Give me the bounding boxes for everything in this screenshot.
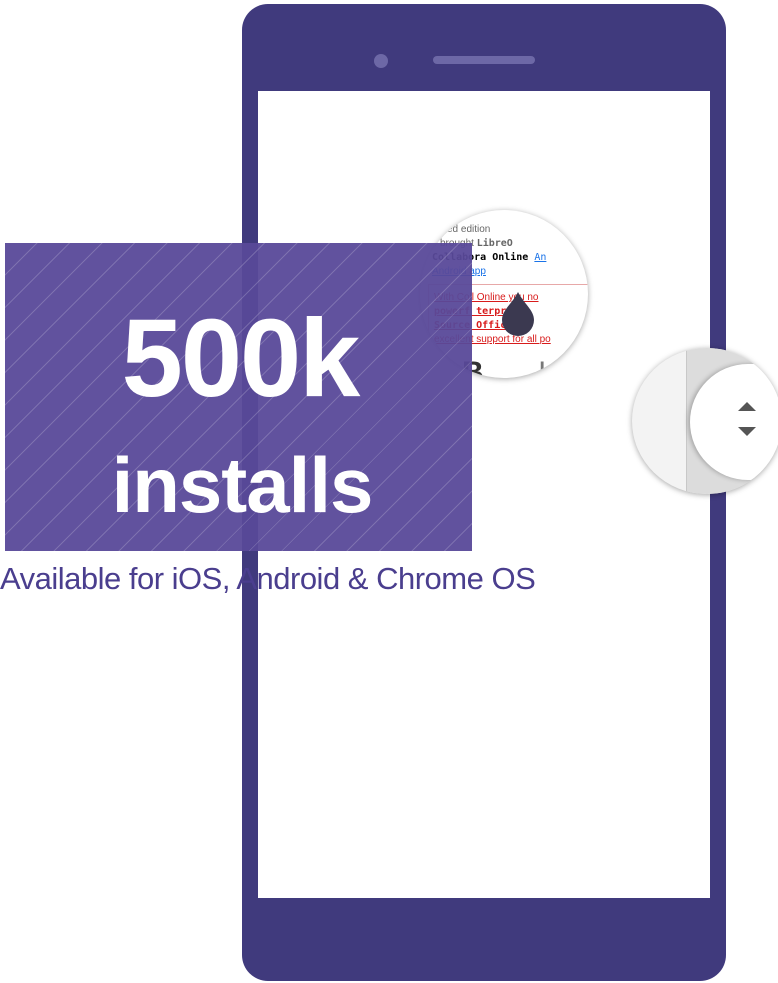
italic-icon[interactable]: I [538, 356, 546, 378]
installs-count: 500k [121, 297, 361, 420]
arrow-down-icon[interactable] [738, 427, 756, 436]
doc-line: ited edition [442, 224, 491, 235]
arrow-up-icon[interactable] [738, 402, 756, 411]
availability-text: Available for iOS, Android & Chrome OS [0, 561, 536, 596]
installs-label: installs [111, 441, 374, 529]
scroll-handle-magnifier [632, 348, 778, 494]
speaker-icon [433, 56, 535, 64]
selection-handle-icon[interactable] [498, 292, 538, 336]
camera-icon [374, 54, 388, 68]
